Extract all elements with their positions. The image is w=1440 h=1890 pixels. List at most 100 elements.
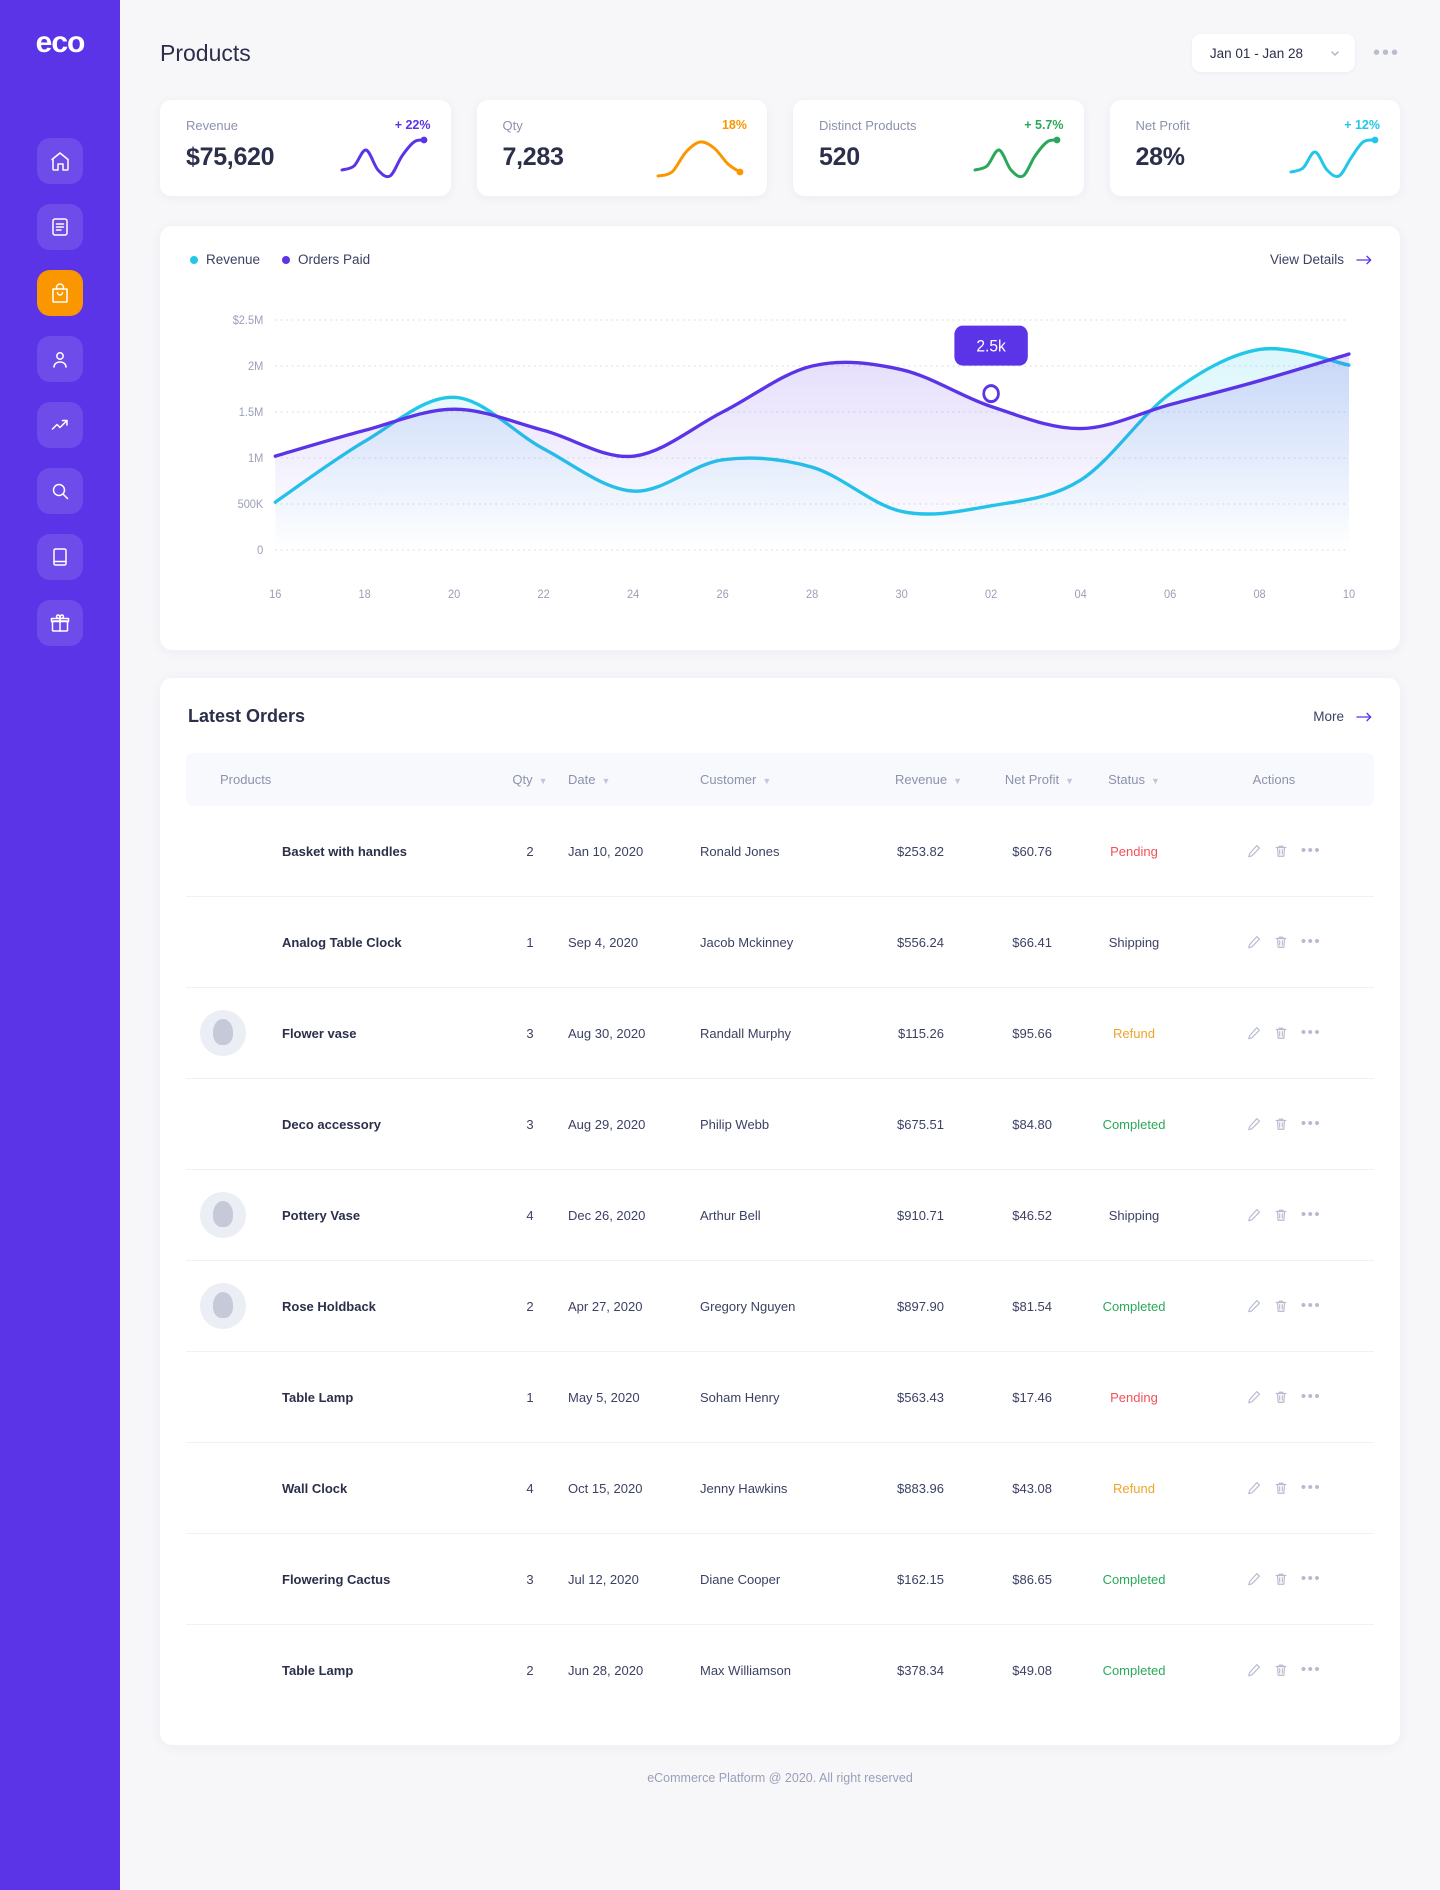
column-header-net-profit[interactable]: Net Profit ▼ bbox=[962, 753, 1074, 806]
sidebar: eco bbox=[0, 0, 120, 1890]
view-details-link[interactable]: View Details bbox=[1270, 252, 1372, 267]
delete-icon[interactable] bbox=[1274, 935, 1288, 949]
delete-icon[interactable] bbox=[1274, 844, 1288, 858]
column-header-qty[interactable]: Qty ▼ bbox=[492, 753, 568, 806]
x-axis-tick: 22 bbox=[538, 589, 550, 602]
table-row[interactable]: Basket with handles 2 Jan 10, 2020 Ronald J… bbox=[186, 806, 1374, 897]
cell-actions: ••• bbox=[1194, 1260, 1374, 1352]
row-more-button[interactable]: ••• bbox=[1301, 1389, 1321, 1404]
table-row[interactable]: Analog Table Clock 1 Sep 4, 2020 Jacob Mcki… bbox=[186, 896, 1374, 988]
delete-icon[interactable] bbox=[1274, 1572, 1288, 1586]
status-label: Completed bbox=[1102, 1298, 1166, 1314]
cell-thumbnail bbox=[186, 987, 282, 1079]
status-label: Shipping bbox=[1108, 934, 1160, 950]
delete-icon[interactable] bbox=[1274, 1299, 1288, 1313]
stat-card-qty[interactable]: Qty 18% 7,283 bbox=[476, 100, 767, 196]
table-row[interactable]: Deco accessory 3 Aug 29, 2020 Philip Webb $6… bbox=[186, 1078, 1374, 1170]
cell-revenue: $883.96 bbox=[850, 1442, 962, 1534]
edit-icon[interactable] bbox=[1247, 844, 1261, 858]
arrow-right-icon bbox=[1356, 255, 1372, 264]
edit-icon[interactable] bbox=[1247, 1299, 1261, 1313]
edit-icon[interactable] bbox=[1247, 1572, 1261, 1586]
sidebar-item-promotions[interactable] bbox=[37, 600, 83, 646]
table-row[interactable]: Rose Holdback 2 Apr 27, 2020 Gregory Nguyen… bbox=[186, 1260, 1374, 1352]
edit-icon[interactable] bbox=[1247, 935, 1261, 949]
table-row[interactable]: Flowering Cactus 3 Jul 12, 2020 Diane Coope… bbox=[186, 1533, 1374, 1625]
column-header-customer[interactable]: Customer ▼ bbox=[700, 753, 850, 806]
column-header-status[interactable]: Status ▼ bbox=[1074, 753, 1194, 806]
sidebar-item-search[interactable] bbox=[37, 468, 83, 514]
cell-qty: 2 bbox=[526, 1662, 534, 1678]
sidebar-item-customers[interactable] bbox=[37, 336, 83, 382]
edit-icon[interactable] bbox=[1247, 1481, 1261, 1495]
edit-icon[interactable] bbox=[1247, 1117, 1261, 1131]
delete-icon[interactable] bbox=[1274, 1390, 1288, 1404]
legend-item-revenue[interactable]: Revenue bbox=[190, 252, 260, 267]
more-options-button[interactable]: ••• bbox=[1373, 43, 1400, 63]
page-title: Products bbox=[160, 39, 251, 66]
column-header-revenue[interactable]: Revenue ▼ bbox=[850, 753, 962, 806]
stat-card-distinct-products[interactable]: Distinct Products + 5.7% 520 bbox=[793, 100, 1084, 196]
row-more-button[interactable]: ••• bbox=[1301, 1571, 1321, 1586]
row-more-button[interactable]: ••• bbox=[1301, 1662, 1321, 1677]
cell-revenue: $563.43 bbox=[850, 1351, 962, 1443]
status-badge: Completed bbox=[1074, 1625, 1194, 1716]
cell-net-profit: $49.08 bbox=[1012, 1662, 1052, 1678]
cell-thumbnail bbox=[186, 1442, 282, 1534]
table-row[interactable]: Table Lamp 1 May 5, 2020 Soham Henry $563.43… bbox=[186, 1351, 1374, 1443]
cell-thumbnail bbox=[186, 806, 282, 897]
edit-icon[interactable] bbox=[1247, 1208, 1261, 1222]
delete-icon[interactable] bbox=[1274, 1026, 1288, 1040]
y-axis-tick: $2.5M bbox=[233, 315, 264, 328]
edit-icon[interactable] bbox=[1247, 1026, 1261, 1040]
legend-item-orders-paid[interactable]: Orders Paid bbox=[282, 252, 370, 267]
chart-marker[interactable] bbox=[982, 384, 1000, 404]
row-more-button[interactable]: ••• bbox=[1301, 1025, 1321, 1040]
stat-label: Revenue bbox=[186, 118, 239, 133]
delete-icon[interactable] bbox=[1274, 1117, 1288, 1131]
legend-dot bbox=[190, 255, 198, 264]
row-more-button[interactable]: ••• bbox=[1301, 843, 1321, 858]
more-orders-link[interactable]: More bbox=[1313, 709, 1372, 724]
sidebar-item-home[interactable] bbox=[37, 138, 83, 184]
column-header-date[interactable]: Date ▼ bbox=[568, 753, 700, 806]
table-row[interactable]: Flower vase 3 Aug 30, 2020 Randall Murphy $1… bbox=[186, 987, 1374, 1079]
cell-net-profit: $17.46 bbox=[962, 1351, 1074, 1443]
sidebar-item-analytics[interactable] bbox=[37, 402, 83, 448]
row-actions: ••• bbox=[1194, 1207, 1374, 1222]
table-row[interactable]: Wall Clock 4 Oct 15, 2020 Jenny Hawkins $883… bbox=[186, 1442, 1374, 1534]
stat-card-net-profit[interactable]: Net Profit + 12% 28% bbox=[1109, 100, 1400, 196]
delete-icon[interactable] bbox=[1274, 1208, 1288, 1222]
stat-card-revenue[interactable]: Revenue + 22% $75,620 bbox=[160, 100, 451, 196]
row-more-button[interactable]: ••• bbox=[1301, 1480, 1321, 1495]
table-row[interactable]: Table Lamp 2 Jun 28, 2020 Max Williamson $37… bbox=[186, 1625, 1374, 1716]
row-more-button[interactable]: ••• bbox=[1301, 934, 1321, 949]
row-more-button[interactable]: ••• bbox=[1301, 1207, 1321, 1222]
date-range-selector[interactable]: Jan 01 - Jan 28 bbox=[1191, 34, 1355, 72]
sidebar-item-products[interactable] bbox=[37, 270, 83, 316]
cell-actions: ••• bbox=[1194, 1533, 1374, 1625]
cell-actions: ••• bbox=[1194, 1625, 1374, 1716]
sidebar-item-catalog[interactable] bbox=[37, 534, 83, 580]
product-thumbnail bbox=[200, 1556, 246, 1602]
brand-logo[interactable]: eco bbox=[36, 26, 86, 60]
edit-icon[interactable] bbox=[1247, 1390, 1261, 1404]
stat-sparkline bbox=[1289, 136, 1379, 178]
y-axis-tick: 1M bbox=[248, 453, 263, 466]
cell-actions: ••• bbox=[1194, 987, 1374, 1079]
delete-icon[interactable] bbox=[1274, 1481, 1288, 1495]
sidebar-item-orders[interactable] bbox=[37, 204, 83, 250]
home-icon bbox=[51, 152, 69, 171]
edit-icon[interactable] bbox=[1247, 1663, 1261, 1677]
status-badge: Refund bbox=[1074, 987, 1194, 1079]
row-more-button[interactable]: ••• bbox=[1301, 1298, 1321, 1313]
delete-icon[interactable] bbox=[1274, 1663, 1288, 1677]
table-row[interactable]: Pottery Vase 4 Dec 26, 2020 Arthur Bell $910… bbox=[186, 1169, 1374, 1261]
stat-cards: Revenue + 22% $75,620 Qty 18% 7,283 Distinct P… bbox=[160, 100, 1400, 196]
status-label: Refund bbox=[1113, 1480, 1155, 1496]
cell-product: Flowering Cactus bbox=[282, 1533, 492, 1625]
top-bar: Products Jan 01 - Jan 28 ••• bbox=[160, 0, 1400, 96]
cell-product: Basket with handles bbox=[282, 806, 492, 897]
row-more-button[interactable]: ••• bbox=[1301, 1116, 1321, 1131]
orders-table: Products Qty ▼ Date ▼ Customer ▼ Revenue ▼ Net Pr… bbox=[186, 753, 1374, 1715]
